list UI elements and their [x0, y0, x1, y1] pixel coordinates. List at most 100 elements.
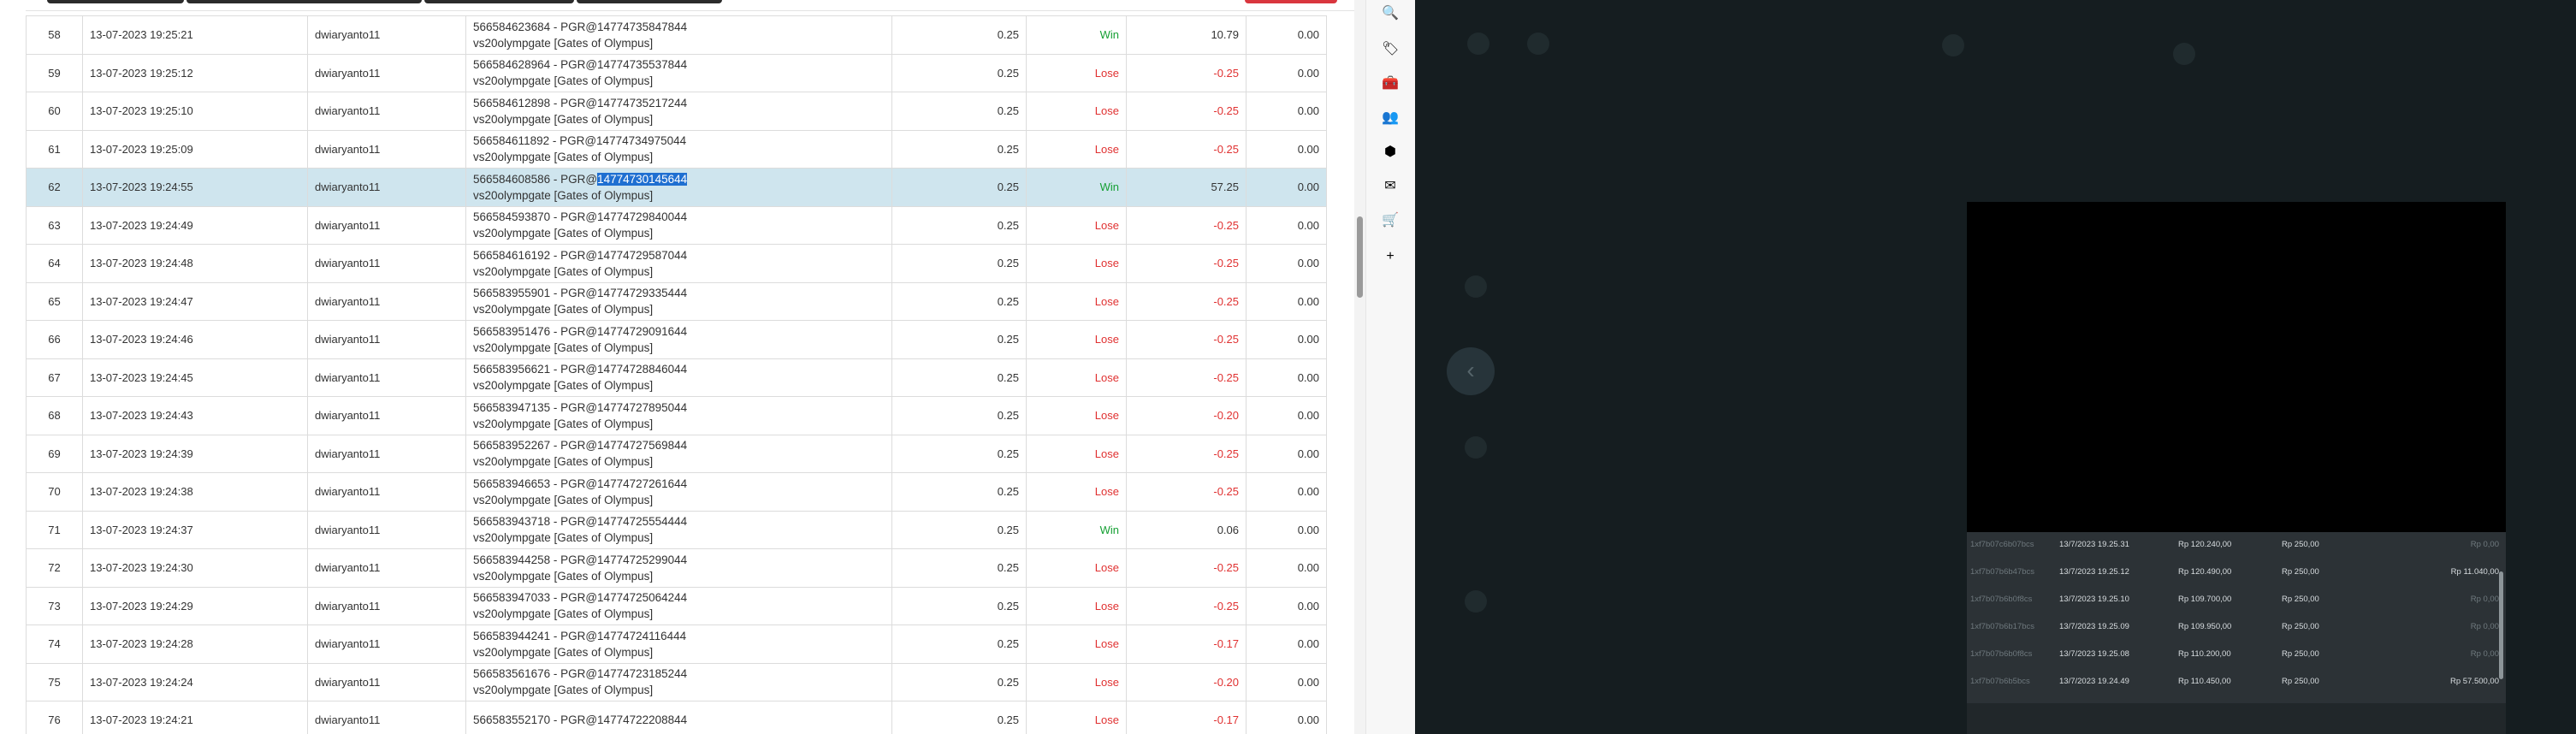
result-status: Lose: [1026, 701, 1127, 734]
toolbar-button[interactable]: [47, 0, 184, 3]
jackpot-amount: 0.00: [1246, 510, 1327, 549]
table-row[interactable]: 72 13-07-2023 19:24:30 dwiaryanto11 5665839…: [26, 548, 1327, 588]
table-row[interactable]: 68 13-07-2023 19:24:43 dwiaryanto11 5665839…: [26, 396, 1327, 435]
history-row[interactable]: 1xf7b07b6b5bcs 13/7/2023 19.24.49 Rp 110.4…: [1967, 669, 2506, 696]
bet-description: 566584608586 - PGR@14774730145644 vs20oly…: [465, 168, 892, 207]
bet-description: 566583944258 - PGR@14774725299044 vs20oly…: [465, 548, 892, 588]
round-id: 1xf7b07b6b47bcs: [1970, 567, 2035, 577]
outlook-icon[interactable]: ✉: [1382, 178, 1399, 195]
table-row[interactable]: 65 13-07-2023 19:24:47 dwiaryanto11 5665839…: [26, 281, 1327, 321]
row-number: 61: [26, 129, 83, 169]
game-name: vs20olympgate [Gates of Olympus]: [473, 569, 654, 583]
history-scrollbar[interactable]: [2499, 571, 2503, 679]
table-row[interactable]: 66 13-07-2023 19:24:46 dwiaryanto11 5665839…: [26, 320, 1327, 359]
menu-icon: [1465, 590, 1487, 613]
username: dwiaryanto11: [307, 701, 466, 734]
bet-amount: 0.25: [891, 205, 1027, 245]
history-row[interactable]: 1xf7b07b6b17bcs 13/7/2023 19.25.09 Rp 109.…: [1967, 614, 2506, 642]
bet-date: 13-07-2023 19:24:43: [82, 396, 308, 435]
jackpot-amount: 0.00: [1246, 396, 1327, 435]
bet-date: 13-07-2023 19:24:39: [82, 434, 308, 473]
plus-icon[interactable]: +: [1382, 248, 1399, 265]
people-icon[interactable]: 👥: [1382, 110, 1399, 127]
back-icon[interactable]: ‹: [1447, 347, 1495, 395]
game-name: vs20olympgate [Gates of Olympus]: [473, 417, 654, 430]
table-row[interactable]: 74 13-07-2023 19:24:28 dwiaryanto11 5665839…: [26, 624, 1327, 664]
table-row[interactable]: 60 13-07-2023 19:25:10 dwiaryanto11 5665846…: [26, 92, 1327, 131]
row-number: 69: [26, 434, 83, 473]
table-row[interactable]: 63 13-07-2023 19:24:49 dwiaryanto11 5665845…: [26, 205, 1327, 245]
table-row[interactable]: 76 13-07-2023 19:24:21 dwiaryanto11 5665835…: [26, 701, 1327, 734]
win-loss-amount: -0.17: [1126, 624, 1247, 664]
bet-description: 566583943718 - PGR@14774725554444 vs20oly…: [465, 510, 892, 549]
result-status: Win: [1026, 15, 1127, 55]
transaction-id: 566584608586 - PGR@14774730145644: [473, 171, 885, 187]
scrollbar-track[interactable]: [1354, 0, 1365, 734]
username: dwiaryanto11: [307, 472, 466, 512]
selected-text: 14774730145644: [597, 172, 688, 186]
shopping-cart-icon[interactable]: 🛒: [1382, 212, 1399, 229]
office-icon[interactable]: ⬢: [1382, 144, 1399, 161]
round-bet: Rp 250,00: [2282, 595, 2319, 604]
row-number: 73: [26, 586, 83, 625]
bet-description: 566584616192 - PGR@14774729587044 vs20oly…: [465, 244, 892, 283]
history-row[interactable]: 1xf7b07b6b47bcs 13/7/2023 19.25.12 Rp 120.…: [1967, 559, 2506, 587]
bet-description: 566583947135 - PGR@14774727895044 vs20oly…: [465, 396, 892, 435]
tag-icon[interactable]: 🏷: [1382, 41, 1399, 58]
transaction-id: 566583943718 - PGR@14774725554444: [473, 515, 688, 529]
transaction-id-prefix: 566584608586 - PGR@: [473, 172, 598, 186]
row-number: 76: [26, 701, 83, 734]
jackpot-amount: 0.00: [1246, 586, 1327, 625]
result-status: Win: [1026, 168, 1127, 207]
round-id: 1xf7b07b6b0f8cs: [1970, 649, 2033, 659]
row-number: 70: [26, 472, 83, 512]
result-status: Lose: [1026, 244, 1127, 283]
round-bet: Rp 250,00: [2282, 540, 2319, 549]
jackpot-amount: 0.00: [1246, 320, 1327, 359]
table-row[interactable]: 67 13-07-2023 19:24:45 dwiaryanto11 5665839…: [26, 358, 1327, 397]
toolbar-button[interactable]: [577, 0, 722, 3]
game-name: vs20olympgate [Gates of Olympus]: [473, 74, 654, 88]
table-row[interactable]: 62 13-07-2023 19:24:55 dwiaryanto11 5665846…: [26, 168, 1327, 207]
bet-amount: 0.25: [891, 15, 1027, 55]
row-number: 74: [26, 624, 83, 664]
toolbar-button[interactable]: [424, 0, 574, 3]
jackpot-amount: 0.00: [1246, 205, 1327, 245]
win-loss-amount: 0.06: [1126, 510, 1247, 549]
table-row[interactable]: 59 13-07-2023 19:25:12 dwiaryanto11 5665846…: [26, 53, 1327, 92]
history-row[interactable]: 1xf7b07b6b0f8cs 13/7/2023 19.25.10 Rp 109.…: [1967, 587, 2506, 614]
table-row[interactable]: 58 13-07-2023 19:25:21 dwiaryanto11 5665846…: [26, 15, 1327, 55]
table-row[interactable]: 64 13-07-2023 19:24:48 dwiaryanto11 5665846…: [26, 244, 1327, 283]
bet-date: 13-07-2023 19:24:49: [82, 205, 308, 245]
bet-description: 566583946653 - PGR@14774727261644 vs20oly…: [465, 472, 892, 512]
game-canvas[interactable]: [1967, 202, 2506, 532]
bet-amount: 0.25: [891, 358, 1027, 397]
table-row[interactable]: 70 13-07-2023 19:24:38 dwiaryanto11 5665839…: [26, 472, 1327, 512]
username: dwiaryanto11: [307, 662, 466, 701]
result-status: Lose: [1026, 396, 1127, 435]
transaction-id: 566583951476 - PGR@14774729091644: [473, 324, 688, 338]
result-status: Lose: [1026, 53, 1127, 92]
table-row[interactable]: 69 13-07-2023 19:24:39 dwiaryanto11 5665839…: [26, 434, 1327, 473]
table-row[interactable]: 61 13-07-2023 19:25:09 dwiaryanto11 5665846…: [26, 129, 1327, 169]
table-row[interactable]: 71 13-07-2023 19:24:37 dwiaryanto11 5665839…: [26, 510, 1327, 549]
game-history-panel: 1xf7b07c6b07bcs 13/7/2023 19.25.31 Rp 120.…: [1967, 532, 2506, 734]
transaction-id: 566583552170 - PGR@14774722208844: [473, 713, 688, 727]
bet-description: 566583956621 - PGR@14774728846044 vs20oly…: [465, 358, 892, 397]
win-loss-amount: -0.25: [1126, 92, 1247, 131]
search-icon[interactable]: 🔍: [1382, 5, 1399, 22]
toolbar-button[interactable]: [187, 0, 422, 3]
round-balance: Rp 109.950,00: [2178, 622, 2232, 631]
toolbar-action-button[interactable]: [1245, 0, 1337, 3]
bet-date: 13-07-2023 19:25:09: [82, 129, 308, 169]
win-loss-amount: -0.25: [1126, 53, 1247, 92]
table-row[interactable]: 73 13-07-2023 19:24:29 dwiaryanto11 5665839…: [26, 586, 1327, 625]
table-row[interactable]: 75 13-07-2023 19:24:24 dwiaryanto11 5665835…: [26, 662, 1327, 701]
history-row[interactable]: 1xf7b07b6b0f8cs 13/7/2023 19.25.08 Rp 110.…: [1967, 642, 2506, 669]
scrollbar-thumb[interactable]: [1357, 216, 1363, 298]
bet-amount: 0.25: [891, 548, 1027, 588]
history-row[interactable]: 1xf7b07c6b07bcs 13/7/2023 19.25.31 Rp 120.…: [1967, 532, 2506, 559]
transaction-id: 566584628964 - PGR@14774735537844: [473, 58, 688, 72]
transaction-id: 566583956621 - PGR@14774728846044: [473, 363, 688, 376]
toolbox-icon[interactable]: 🧰: [1382, 75, 1399, 92]
